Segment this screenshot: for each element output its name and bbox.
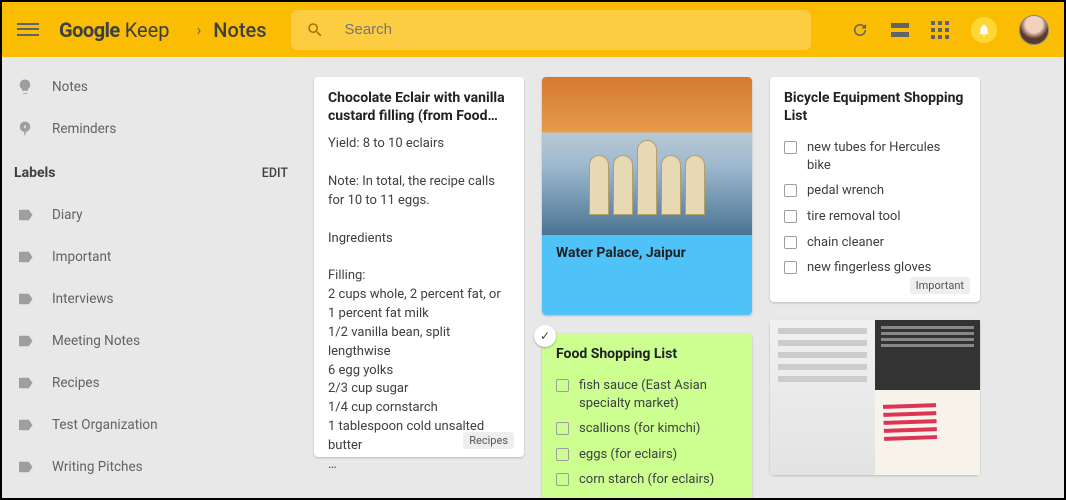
label-icon <box>14 414 36 436</box>
list-item[interactable]: corn starch (for eclairs) <box>556 467 738 493</box>
notifications-icon[interactable] <box>971 17 997 43</box>
sidebar-label-diary[interactable]: Diary <box>2 197 302 233</box>
checkbox-icon[interactable] <box>784 141 797 154</box>
note-card-bike-list[interactable]: Bicycle Equipment Shopping List new tube… <box>770 77 980 302</box>
labels-edit-button[interactable]: EDIT <box>262 166 288 181</box>
note-image-right <box>875 320 980 475</box>
checkbox-icon[interactable] <box>556 379 569 392</box>
note-card-photo[interactable] <box>770 320 980 475</box>
sidebar-item-label: Recipes <box>52 375 100 391</box>
label-icon <box>14 372 36 394</box>
checkbox-icon[interactable] <box>784 236 797 249</box>
create-new-label[interactable]: Create new label <box>2 491 302 498</box>
note-title: Food Shopping List <box>556 345 738 363</box>
note-image <box>542 77 752 235</box>
logo-main: Google <box>59 18 120 42</box>
app-header: Google Keep › Notes <box>2 2 1064 57</box>
sidebar-item-label: Interviews <box>52 291 114 307</box>
sidebar-label-important[interactable]: Important <box>2 239 302 275</box>
account-avatar[interactable] <box>1019 15 1049 45</box>
lightbulb-icon <box>14 76 36 98</box>
sidebar-label-test-organization[interactable]: Test Organization <box>2 407 302 443</box>
sidebar-item-label: Meeting Notes <box>52 333 140 349</box>
sidebar-item-label: Reminders <box>52 121 116 137</box>
notes-grid-main: Chocolate Eclair with vanilla custard fi… <box>302 57 1064 498</box>
app-logo[interactable]: Google Keep <box>59 18 169 42</box>
note-title: Bicycle Equipment Shopping List <box>784 89 966 125</box>
checkbox-icon[interactable] <box>556 422 569 435</box>
search-input[interactable] <box>344 21 796 38</box>
search-box[interactable] <box>291 10 811 50</box>
reminder-icon <box>14 118 36 140</box>
label-icon <box>14 456 36 478</box>
note-body: Yield: 8 to 10 eclairs Note: In total, t… <box>328 135 510 474</box>
chevron-right-icon: › <box>196 20 201 39</box>
checkbox-icon[interactable] <box>784 184 797 197</box>
list-item[interactable]: new tubes for Hercules bike <box>784 135 966 178</box>
list-item[interactable]: carrots <box>556 493 738 498</box>
apps-grid-icon[interactable] <box>931 21 949 39</box>
search-icon <box>306 21 324 39</box>
note-tag[interactable]: Recipes <box>463 432 514 449</box>
sidebar: Notes Reminders Labels EDIT Diary Import… <box>2 57 302 498</box>
note-title: Chocolate Eclair with vanilla custard fi… <box>328 89 510 125</box>
checkbox-icon[interactable] <box>556 473 569 486</box>
checkbox-icon[interactable] <box>784 210 797 223</box>
note-checklist: new tubes for Hercules bike pedal wrench… <box>784 135 966 280</box>
labels-section-header: Labels EDIT <box>2 155 302 191</box>
list-item[interactable]: scallions (for kimchi) <box>556 416 738 442</box>
header-actions <box>851 15 1049 45</box>
list-item[interactable]: chain cleaner <box>784 230 966 256</box>
sidebar-item-notes[interactable]: Notes <box>2 69 302 105</box>
sidebar-label-interviews[interactable]: Interviews <box>2 281 302 317</box>
page-title: Notes <box>213 18 266 42</box>
sidebar-label-recipes[interactable]: Recipes <box>2 365 302 401</box>
sidebar-item-label: Important <box>52 249 111 265</box>
list-item[interactable]: fish sauce (East Asian specialty market) <box>556 373 738 416</box>
note-tag[interactable]: Important <box>910 277 970 294</box>
label-icon <box>14 288 36 310</box>
note-card-palace[interactable]: Water Palace, Jaipur <box>542 77 752 315</box>
label-icon <box>14 204 36 226</box>
sidebar-item-label: Writing Pitches <box>52 459 143 475</box>
list-item[interactable]: pedal wrench <box>784 178 966 204</box>
menu-icon[interactable] <box>17 19 39 41</box>
sidebar-item-reminders[interactable]: Reminders <box>2 111 302 147</box>
note-image-left <box>770 320 875 475</box>
list-item[interactable]: tire removal tool <box>784 204 966 230</box>
note-checklist: fish sauce (East Asian specialty market)… <box>556 373 738 498</box>
sidebar-item-label: Notes <box>52 79 88 95</box>
select-check-icon[interactable]: ✓ <box>534 325 556 347</box>
note-title: Water Palace, Jaipur <box>542 235 752 315</box>
sidebar-label-meeting-notes[interactable]: Meeting Notes <box>2 323 302 359</box>
list-item[interactable]: eggs (for eclairs) <box>556 442 738 468</box>
sidebar-label-writing-pitches[interactable]: Writing Pitches <box>2 449 302 485</box>
refresh-icon[interactable] <box>851 21 869 39</box>
sidebar-item-label: Diary <box>52 207 83 223</box>
logo-sub: Keep <box>125 18 170 42</box>
sidebar-item-label: Test Organization <box>52 417 158 433</box>
checkbox-icon[interactable] <box>784 261 797 274</box>
labels-title: Labels <box>14 165 55 181</box>
note-card-eclair[interactable]: Chocolate Eclair with vanilla custard fi… <box>314 77 524 457</box>
checkbox-icon[interactable] <box>556 448 569 461</box>
view-toggle-icon[interactable] <box>891 23 909 37</box>
note-card-food-list[interactable]: ✓ Food Shopping List fish sauce (East As… <box>542 333 752 498</box>
label-icon <box>14 246 36 268</box>
label-icon <box>14 330 36 352</box>
